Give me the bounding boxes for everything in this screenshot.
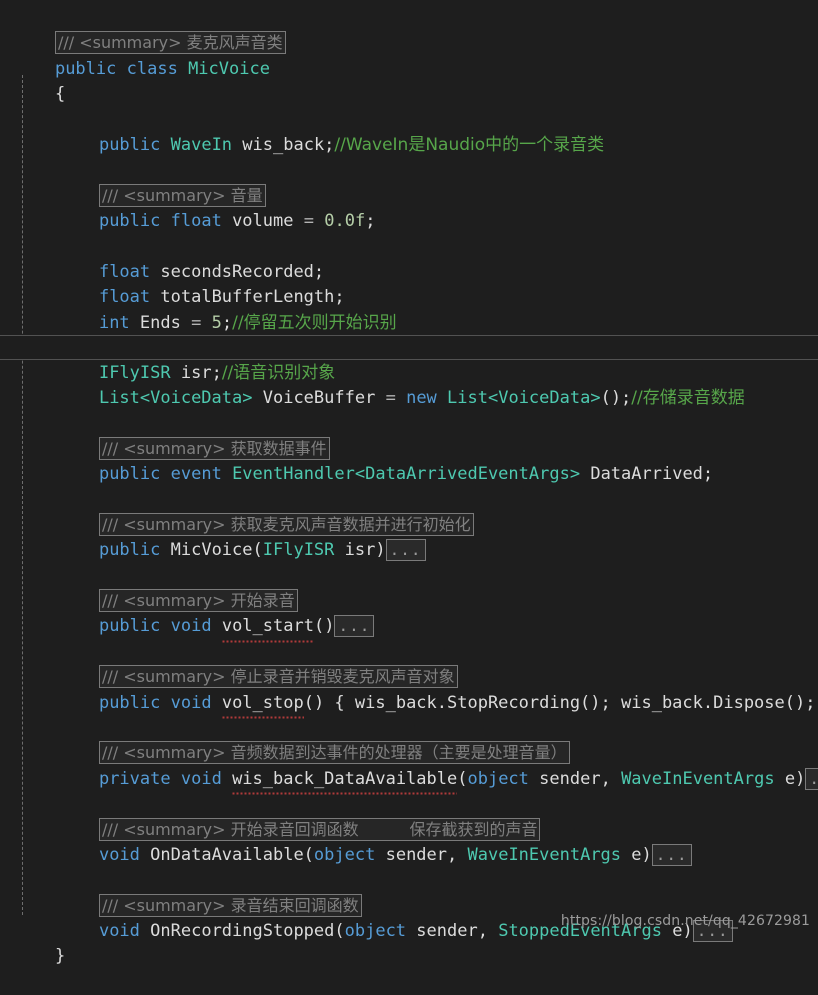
code-line-open-brace: { — [0, 57, 818, 104]
code-line-doc-onrecordingstopped: /// <summary> 录音结束回调函数 — [0, 868, 818, 917]
code-line-wis-back-field: public WaveIn wis_back;//WaveIn是Naudio中的… — [0, 108, 818, 155]
code-line-totalbufferlength-field: float totalBufferLength; — [0, 260, 818, 307]
close-brace: } — [54, 946, 66, 967]
code-line-doc-volstart: /// <summary> 开始录音 — [0, 564, 818, 612]
code-line-voicebuffer-field: List<VoiceData> VoiceBuffer = new List<V… — [0, 360, 818, 408]
code-line-dataavailable-handler-decl: private void wis_back_DataAvailable(obje… — [0, 741, 818, 796]
code-line-volstop-decl: public void vol_stop() { wis_back.StopRe… — [0, 665, 818, 720]
code-line-ondataavailable-decl: void OnDataAvailable(object sender, Wave… — [0, 818, 818, 866]
code-line-class-decl: public class MicVoice — [0, 31, 818, 79]
code-line-doc-ondataavailable: /// <summary> 开始录音回调函数 保存截获到的声音 — [0, 792, 818, 841]
code-line-isr-field-current: IFlyISR isr;//语音识别对象 — [0, 335, 818, 383]
code-line-ctor-decl: public MicVoice(IFlyISR isr)... — [0, 513, 818, 562]
code-editor[interactable]: /// <summary> 麦克风声音类 public class MicVoi… — [0, 0, 818, 966]
code-line-doc-ctor: /// <summary> 获取麦克风声音数据并进行初始化 — [0, 487, 818, 536]
code-line-volstart-decl: public void vol_start()... — [0, 589, 818, 644]
code-line-doc-volstop: /// <summary> 停止录音并销毁麦克风声音对象 — [0, 640, 818, 689]
code-line-doc-volume: /// <summary> 音量 — [0, 158, 818, 207]
code-line-ends-field: int Ends = 5;//停留五次则开始识别 — [0, 285, 818, 333]
code-line-doc-class: /// <summary> 麦克风声音类 — [0, 6, 818, 55]
code-line-dataarrived-event: public event EventHandler<DataArrivedEve… — [0, 437, 818, 484]
csdn-watermark: https://blog.csdn.net/qq_42672981 — [560, 912, 810, 929]
code-line-doc-dataarrived: /// <summary> 获取数据事件 — [0, 411, 818, 460]
code-line-doc-dataavailable-handler: /// <summary> 音频数据到达事件的处理器（主要是处理音量） — [0, 716, 818, 765]
code-line-secondsrecorded-field: float secondsRecorded; — [0, 235, 818, 282]
code-line-volume-field: public float volume = 0.0f; — [0, 184, 818, 231]
